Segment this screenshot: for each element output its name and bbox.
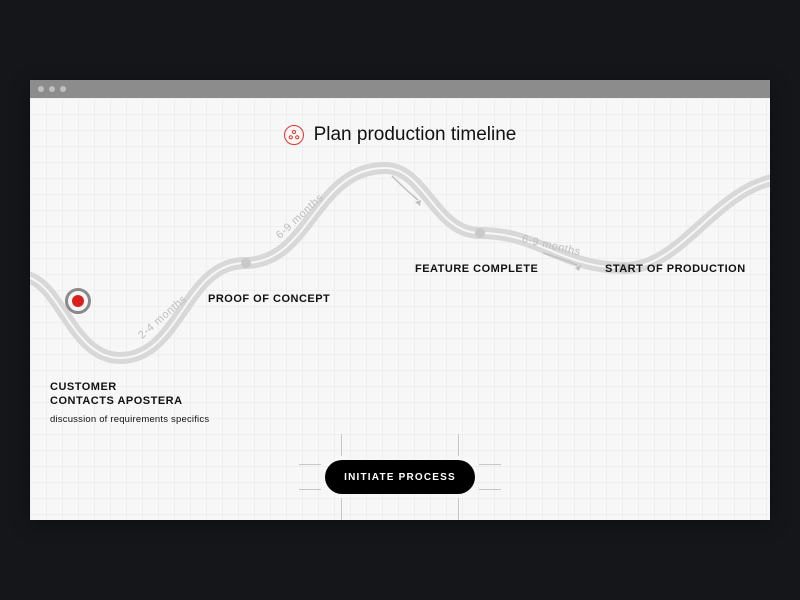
graph-canvas: Plan production timeline CUSTOMER CONTAC…: [30, 98, 770, 520]
milestone-marker: [475, 228, 485, 238]
window-dot-icon: [60, 86, 66, 92]
window-title-bar: [30, 80, 770, 98]
milestone-marker-start: [65, 288, 91, 314]
browser-window: Plan production timeline CUSTOMER CONTAC…: [30, 80, 770, 520]
initiate-process-button[interactable]: INITIATE PROCESS: [325, 460, 475, 494]
milestone-label-line: CONTACTS APOSTERA: [50, 395, 183, 409]
milestone-label: CUSTOMER CONTACTS APOSTERA: [50, 381, 183, 409]
cta-label: INITIATE PROCESS: [344, 472, 456, 483]
milestone-label: START OF PRODUCTION: [605, 263, 746, 277]
window-dot-icon: [38, 86, 44, 92]
window-dot-icon: [49, 86, 55, 92]
milestone-label: FEATURE COMPLETE: [415, 263, 538, 277]
milestone-marker: [241, 258, 251, 268]
road-path-graphic: [30, 98, 770, 520]
milestone-sub: discussion of requirements specifics: [50, 414, 209, 425]
milestone-label-line: CUSTOMER: [50, 381, 183, 395]
cta-wrap: INITIATE PROCESS: [325, 460, 475, 494]
milestone-label: PROOF OF CONCEPT: [208, 293, 330, 307]
